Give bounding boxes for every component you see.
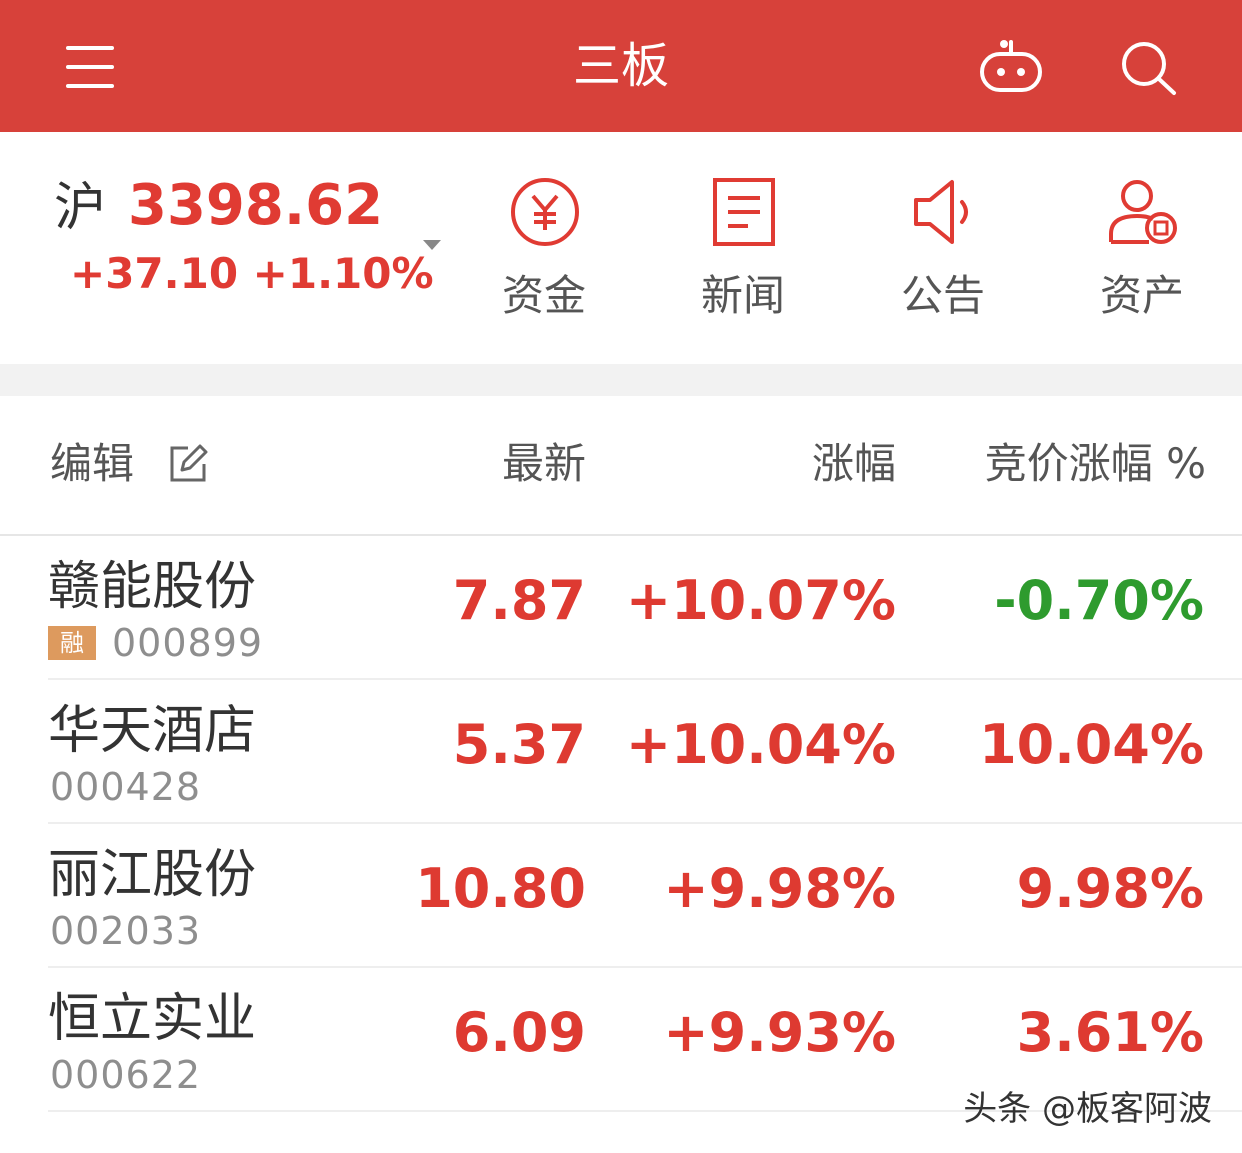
stock-name: 恒立实业 <box>48 989 257 1049</box>
watermark: 头条 @板客阿波 <box>963 1089 1212 1129</box>
stock-price: 10.80 <box>415 857 586 920</box>
index-change: +37.10 +1.10% <box>70 249 434 298</box>
stock-auction-change: -0.70% <box>994 569 1204 632</box>
stock-code: 000428 <box>50 765 202 809</box>
stock-auction-change: 9.98% <box>1016 857 1204 920</box>
quick-action-label: 新闻 <box>700 271 785 320</box>
quick-action-funds[interactable]: 资金 <box>474 176 614 336</box>
table-row[interactable]: 赣能股份 融 000899 7.87 +10.07% -0.70% <box>0 536 1242 680</box>
stock-price: 6.09 <box>452 1001 586 1064</box>
stock-code: 002033 <box>50 909 202 953</box>
user-asset-icon <box>1109 180 1177 244</box>
stock-code: 000899 <box>112 621 264 665</box>
section-divider <box>0 364 1242 396</box>
stock-name: 丽江股份 <box>48 845 257 905</box>
table-row[interactable]: 华天酒店 000428 5.37 +10.04% 10.04% <box>0 680 1242 824</box>
stock-change: +10.04% <box>625 713 896 776</box>
document-icon <box>713 178 775 246</box>
quick-action-label: 资金 <box>501 271 586 320</box>
quick-action-announcements[interactable]: 公告 <box>873 176 1013 336</box>
quick-action-assets[interactable]: 资产 <box>1072 176 1212 336</box>
edit-icon[interactable] <box>168 444 208 484</box>
column-header-latest[interactable]: 最新 <box>502 434 586 494</box>
yuan-circle-icon <box>511 178 579 246</box>
index-value[interactable]: 3398.62 <box>128 172 383 240</box>
table-row[interactable]: 丽江股份 002033 10.80 +9.98% 9.98% <box>0 824 1242 968</box>
stock-price: 5.37 <box>452 713 586 776</box>
stock-auction-change: 10.04% <box>979 713 1204 776</box>
stock-price: 7.87 <box>452 569 586 632</box>
speaker-icon <box>914 180 968 244</box>
stock-change: +9.93% <box>663 1001 896 1064</box>
stock-name: 华天酒店 <box>48 701 257 761</box>
chevron-down-icon[interactable] <box>423 240 441 250</box>
stock-change: +9.98% <box>663 857 896 920</box>
top-bar: 三板 <box>0 0 1242 132</box>
stock-auction-change: 3.61% <box>1016 1001 1204 1064</box>
margin-badge: 融 <box>48 626 96 660</box>
column-header-auction-change[interactable]: 竞价涨幅 % <box>985 434 1206 494</box>
column-header-change[interactable]: 涨幅 <box>812 434 896 494</box>
quick-action-news[interactable]: 新闻 <box>673 176 813 336</box>
stock-code: 000622 <box>50 1053 202 1097</box>
stock-change: +10.07% <box>625 569 896 632</box>
edit-label[interactable]: 编辑 <box>50 434 134 494</box>
index-name[interactable]: 沪 <box>54 176 106 240</box>
search-icon[interactable] <box>1118 38 1178 96</box>
page-title: 三板 <box>572 38 669 94</box>
robot-icon[interactable] <box>978 38 1044 96</box>
quick-action-label: 公告 <box>900 271 985 320</box>
quick-action-label: 资产 <box>1099 271 1184 320</box>
stock-name: 赣能股份 <box>48 557 257 617</box>
